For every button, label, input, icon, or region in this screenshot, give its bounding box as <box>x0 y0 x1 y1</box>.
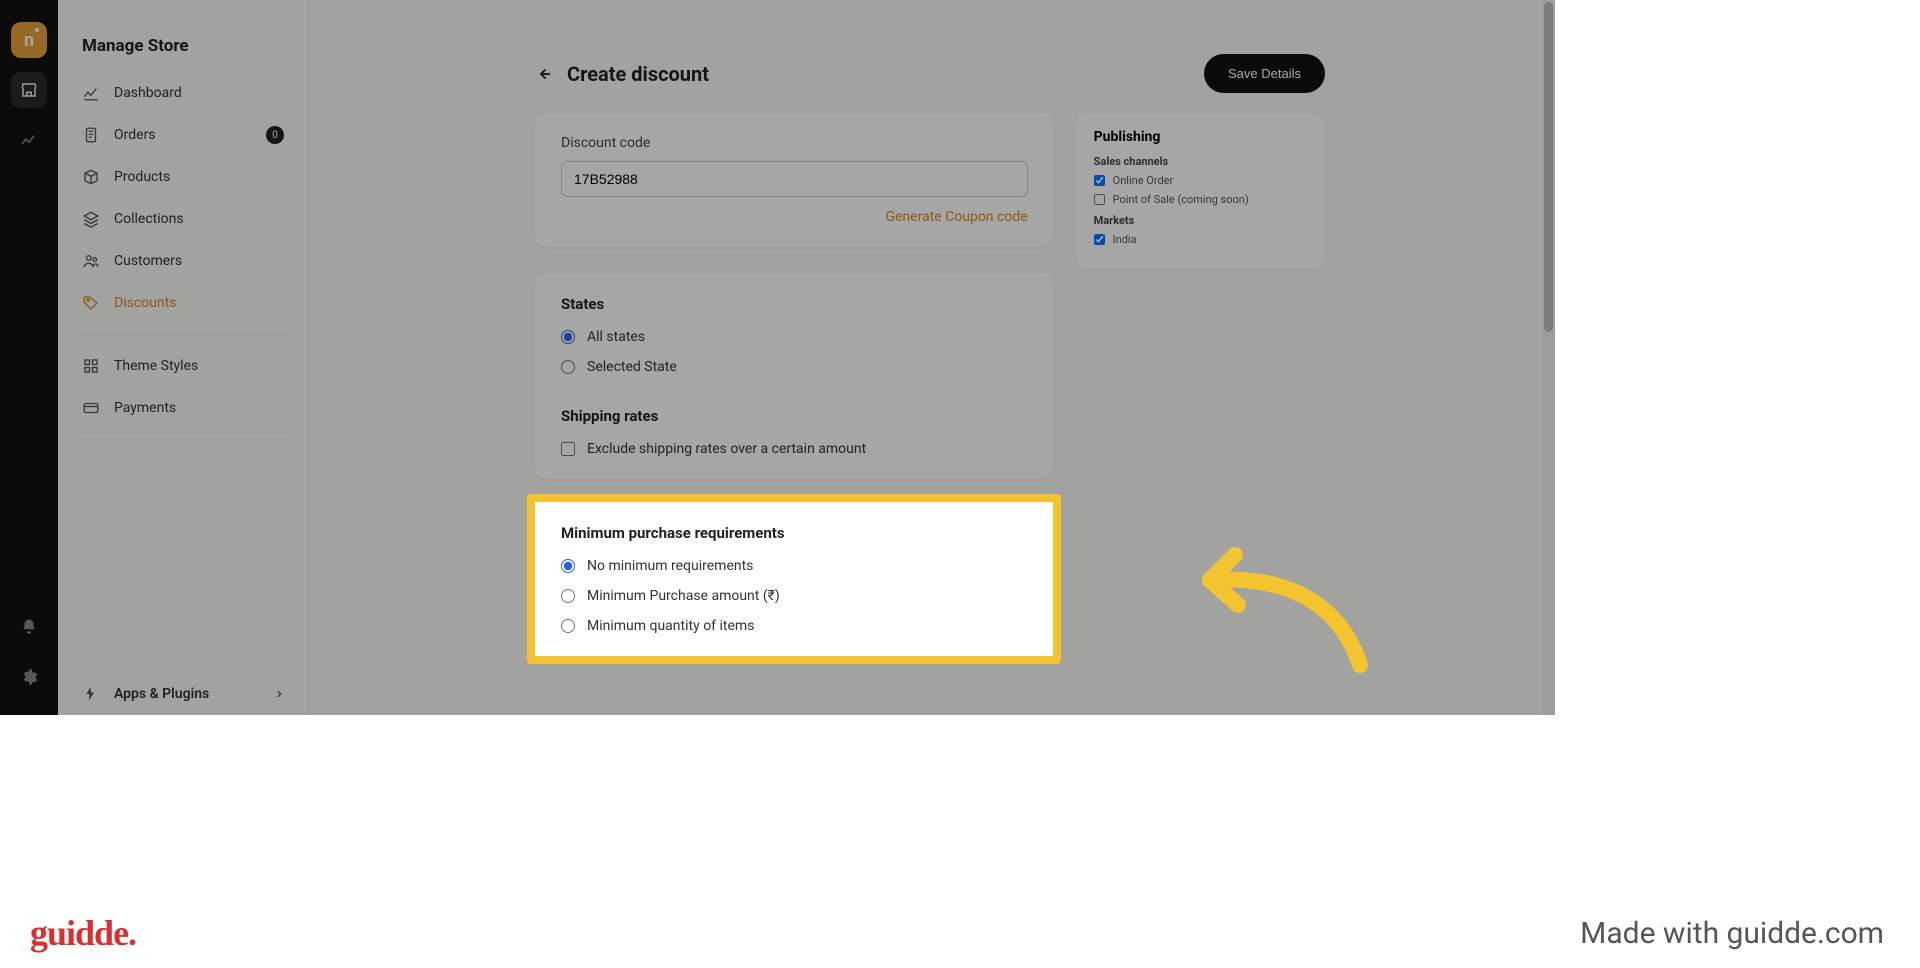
checkbox-input[interactable] <box>1094 175 1105 186</box>
publishing-card: Publishing Sales channels Online Order P… <box>1076 113 1325 268</box>
sidebar-item-label: Discounts <box>114 295 176 311</box>
sidebar-item-label: Customers <box>114 253 182 269</box>
annotation-arrow-icon <box>1180 535 1380 675</box>
payments-icon <box>82 399 100 417</box>
sidebar-item-orders[interactable]: Orders 0 <box>58 114 308 156</box>
discounts-icon <box>82 294 100 312</box>
sidebar-item-label: Theme Styles <box>114 358 198 374</box>
back-arrow-icon[interactable] <box>535 65 553 83</box>
collections-icon <box>82 210 100 228</box>
sidebar-item-label: Payments <box>114 400 176 416</box>
discount-code-card: Discount code Generate Coupon code <box>535 113 1054 247</box>
radio-input[interactable] <box>561 559 575 573</box>
sidebar-item-discounts[interactable]: Discounts <box>58 282 308 324</box>
dashboard-icon <box>82 84 100 102</box>
store-icon <box>20 81 38 99</box>
sales-channels-label: Sales channels <box>1094 155 1307 168</box>
min-purchase-title: Minimum purchase requirements <box>561 524 1027 542</box>
annotation-highlight: Minimum purchase requirements No minimum… <box>527 494 1061 664</box>
discount-code-label: Discount code <box>561 135 1028 151</box>
radio-label: No minimum requirements <box>587 558 753 574</box>
min-purchase-card: Minimum purchase requirements No minimum… <box>535 502 1053 656</box>
pub-online-order[interactable]: Online Order <box>1094 174 1307 187</box>
save-details-button[interactable]: Save Details <box>1204 54 1325 93</box>
chevron-right-icon <box>274 689 284 699</box>
states-title: States <box>561 295 1028 313</box>
radio-selected-state[interactable]: Selected State <box>561 359 1028 375</box>
sidebar-item-products[interactable]: Products <box>58 156 308 198</box>
checkbox-label: Exclude shipping rates over a certain am… <box>587 441 866 457</box>
analytics-icon <box>20 131 38 149</box>
pub-item-label: India <box>1113 233 1137 246</box>
radio-label: Selected State <box>587 359 677 375</box>
rail-notifications-button[interactable] <box>11 609 47 645</box>
generate-coupon-link[interactable]: Generate Coupon code <box>561 209 1028 225</box>
radio-input[interactable] <box>561 330 575 344</box>
radio-no-minimum[interactable]: No minimum requirements <box>561 558 1027 574</box>
sidebar-item-label: Collections <box>114 211 184 227</box>
radio-input[interactable] <box>561 619 575 633</box>
page-title: Create discount <box>567 62 709 86</box>
scrollbar-thumb[interactable] <box>1544 2 1553 332</box>
orders-icon <box>82 126 100 144</box>
sidebar-item-apps-plugins[interactable]: Apps & Plugins <box>58 673 308 715</box>
orders-badge: 0 <box>266 126 284 144</box>
shipping-title: Shipping rates <box>561 407 1028 425</box>
radio-label: Minimum Purchase amount (₹) <box>587 588 780 604</box>
pub-item-label: Online Order <box>1113 174 1174 187</box>
sidebar-item-collections[interactable]: Collections <box>58 198 308 240</box>
checkbox-exclude-shipping[interactable]: Exclude shipping rates over a certain am… <box>561 441 1028 457</box>
radio-input[interactable] <box>561 360 575 374</box>
sidebar-item-dashboard[interactable]: Dashboard <box>58 72 308 114</box>
checkbox-input[interactable] <box>1094 234 1105 245</box>
radio-all-states[interactable]: All states <box>561 329 1028 345</box>
rail-settings-button[interactable] <box>11 659 47 695</box>
plugins-icon <box>82 685 100 703</box>
customers-icon <box>82 252 100 270</box>
radio-input[interactable] <box>561 589 575 603</box>
bell-icon <box>20 618 38 636</box>
theme-icon <box>82 357 100 375</box>
sidebar-item-label: Dashboard <box>114 85 182 101</box>
checkbox-input[interactable] <box>1094 194 1105 205</box>
guidde-logo: guidde. <box>30 912 136 954</box>
radio-label: All states <box>587 329 645 345</box>
gear-icon <box>20 668 38 686</box>
sidebar-item-theme-styles[interactable]: Theme Styles <box>58 345 308 387</box>
brand-logo-letter: n <box>24 30 34 51</box>
pub-pos[interactable]: Point of Sale (coming soon) <box>1094 193 1307 206</box>
rail-store-button[interactable] <box>11 72 47 108</box>
products-icon <box>82 168 100 186</box>
sidebar-item-label: Orders <box>114 127 156 143</box>
radio-label: Minimum quantity of items <box>587 618 754 634</box>
brand-logo[interactable]: n <box>11 22 47 58</box>
sidebar-item-label: Apps & Plugins <box>114 686 209 702</box>
radio-min-quantity[interactable]: Minimum quantity of items <box>561 618 1027 634</box>
sidebar-item-label: Products <box>114 169 170 185</box>
discount-code-input[interactable] <box>561 161 1028 197</box>
sidebar-item-payments[interactable]: Payments <box>58 387 308 429</box>
checkbox-input[interactable] <box>561 442 575 456</box>
publishing-title: Publishing <box>1094 129 1307 145</box>
radio-min-amount[interactable]: Minimum Purchase amount (₹) <box>561 588 1027 604</box>
pub-india[interactable]: India <box>1094 233 1307 246</box>
sidebar-title: Manage Store <box>58 18 308 72</box>
made-with-text: Made with guidde.com <box>1580 916 1884 951</box>
pub-item-label: Point of Sale (coming soon) <box>1113 193 1249 206</box>
states-shipping-card: States All states Selected State Shippin… <box>535 273 1054 479</box>
rail-analytics-button[interactable] <box>11 122 47 158</box>
markets-label: Markets <box>1094 214 1307 227</box>
sidebar-item-customers[interactable]: Customers <box>58 240 308 282</box>
